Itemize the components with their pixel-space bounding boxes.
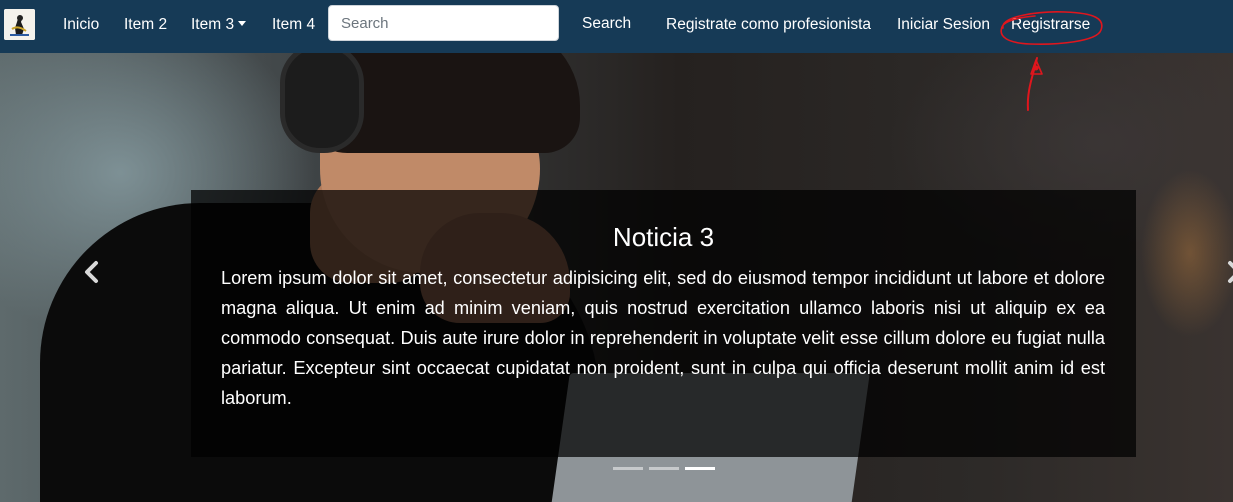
carousel-next-button[interactable] <box>1222 260 1233 284</box>
nav-register-professional[interactable]: Registrate como profesionista <box>666 15 871 35</box>
carousel-indicator-2[interactable] <box>649 467 679 470</box>
search-button[interactable]: Search <box>582 14 631 34</box>
headphones-icon <box>280 53 364 153</box>
carousel-indicator-3[interactable] <box>685 467 715 470</box>
top-navbar: Inicio Item 2 Item 3 Item 4 Search Regis… <box>0 0 1233 53</box>
slide-text: Lorem ipsum dolor sit amet, consectetur … <box>221 268 1105 408</box>
slide-title: Noticia 3 <box>612 222 715 252</box>
chevron-left-icon <box>85 261 98 283</box>
nav-item-4[interactable]: Item 4 <box>272 15 315 35</box>
caret-down-icon <box>238 21 247 26</box>
brand-logo-icon[interactable] <box>4 9 35 40</box>
nav-item-3-label: Item 3 <box>191 16 235 33</box>
nav-item-3-dropdown[interactable]: Item 3 <box>191 15 247 35</box>
carousel-prev-button[interactable] <box>80 260 104 284</box>
nav-login[interactable]: Iniciar Sesion <box>897 15 990 35</box>
nav-item-2[interactable]: Item 2 <box>124 15 167 35</box>
carousel-indicator-1[interactable] <box>613 467 643 470</box>
nav-item-inicio[interactable]: Inicio <box>63 15 99 35</box>
chevron-right-icon <box>1228 261 1233 283</box>
carousel: Noticia 3 Lorem ipsum dolor sit amet, co… <box>0 53 1233 502</box>
carousel-caption: Noticia 3 Lorem ipsum dolor sit amet, co… <box>191 190 1136 457</box>
nav-register[interactable]: Registrarse <box>1011 15 1090 35</box>
search-input[interactable] <box>328 5 559 41</box>
